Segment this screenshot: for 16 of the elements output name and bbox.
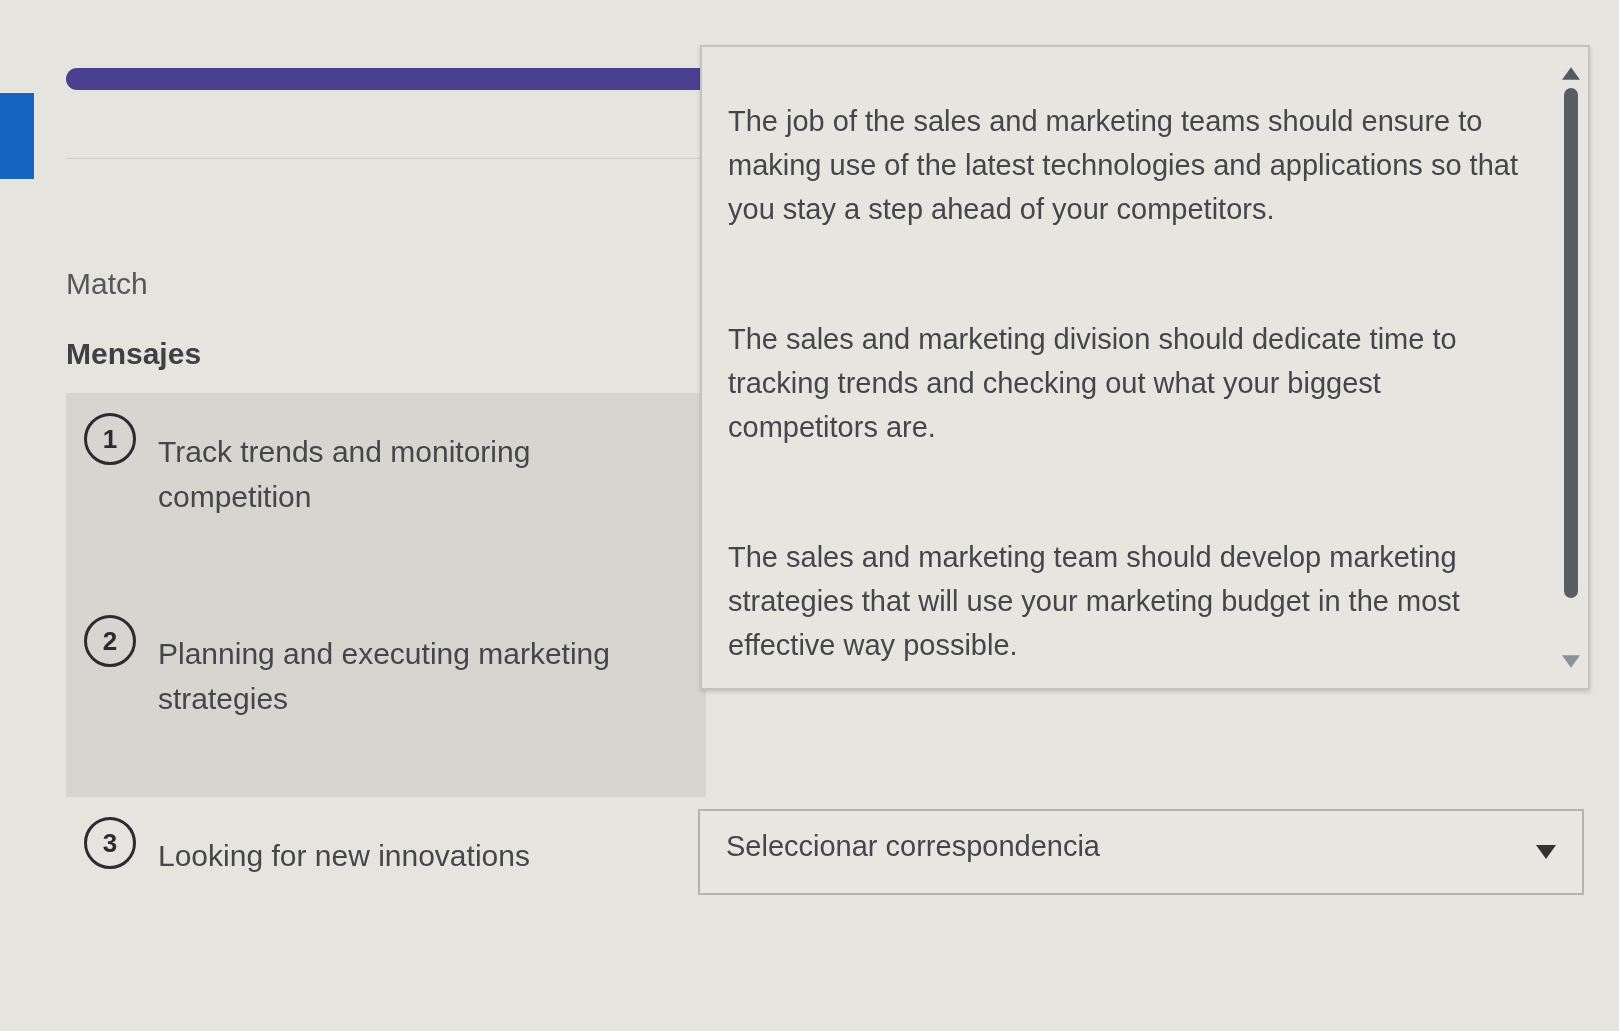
select-field[interactable]: Seleccionar correspondencia bbox=[698, 809, 1584, 895]
number-badge: 3 bbox=[84, 817, 136, 869]
instruction-text: Match bbox=[66, 267, 149, 301]
dropdown-option[interactable]: The sales and marketing division should dedicate time to tracking trends and checking out what your biggest competitors are. bbox=[728, 317, 1524, 535]
number-badge: 1 bbox=[84, 413, 136, 465]
prompt-text: Track trends and monitoring competition bbox=[158, 434, 532, 515]
caret-icon bbox=[1536, 845, 1556, 859]
scroll-down-icon[interactable] bbox=[1562, 655, 1580, 668]
column-heading: Mensajes bbox=[66, 337, 203, 371]
number-badge: 2 bbox=[84, 615, 136, 667]
prompt-text: Planning and executing marketing strategies bbox=[158, 636, 611, 717]
dropdown-option[interactable]: The job of the sales and marketing teams should ensure to making use of the latest technologies and applications so that you stay a step ahead of your competitors. bbox=[728, 99, 1524, 317]
scrollbar-thumb[interactable] bbox=[1564, 88, 1578, 598]
prompt-text: Looking for new innovations bbox=[158, 838, 530, 874]
dropdown-option[interactable]: The sales and marketing team should develop marketing strategies that will use your marketing budget in the most effective way possible. bbox=[728, 535, 1524, 753]
scroll-up-icon[interactable] bbox=[1562, 67, 1580, 80]
